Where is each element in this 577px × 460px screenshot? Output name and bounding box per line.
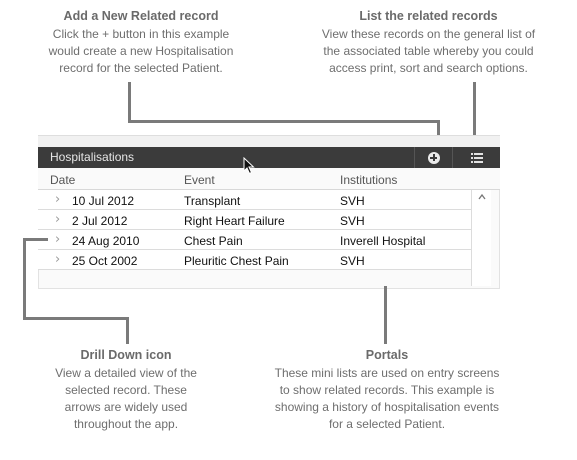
- portal-rows: › 10 Jul 2012 Transplant SVH › 2 Jul 201…: [38, 190, 471, 270]
- cell-date: 25 Oct 2002: [72, 254, 138, 268]
- chevron-up-icon[interactable]: [478, 193, 486, 201]
- column-headers: Date Event Institutions: [38, 168, 500, 190]
- callout-text: access print, sort and search options.: [329, 61, 528, 75]
- callout-text: the associated table whereby you could: [323, 44, 534, 58]
- table-row[interactable]: › 2 Jul 2012 Right Heart Failure SVH: [38, 210, 471, 230]
- connector-line: [128, 82, 131, 122]
- connector-line: [23, 317, 129, 320]
- callout-text: would create a new Hospitalisation: [48, 44, 234, 58]
- callout-text: selected record. These: [65, 383, 187, 397]
- callout-text: showing a history of hospitalisation eve…: [274, 400, 500, 414]
- chevron-right-icon[interactable]: ›: [55, 212, 60, 227]
- callout-text: throughout the app.: [73, 417, 179, 431]
- column-header-institutions: Institutions: [340, 173, 398, 187]
- connector-line: [23, 238, 48, 241]
- list-icon: [470, 152, 483, 163]
- callout-title: Drill Down icon: [80, 348, 172, 362]
- cell-date: 24 Aug 2010: [72, 234, 140, 248]
- list-related-records-button[interactable]: [452, 147, 500, 168]
- column-header-event: Event: [184, 173, 215, 187]
- column-header-date: Date: [50, 173, 76, 187]
- plus-circle-icon: [427, 151, 440, 164]
- cell-event: Transplant: [184, 194, 241, 208]
- add-related-record-button[interactable]: [414, 147, 452, 168]
- table-row[interactable]: › 10 Jul 2012 Transplant SVH: [38, 190, 471, 210]
- portal-top-band: [38, 135, 500, 147]
- portal-title: Hospitalisations: [50, 150, 135, 164]
- callout-title: Portals: [365, 348, 409, 362]
- callout-text: View a detailed view of the: [55, 366, 197, 380]
- cell-institution: Inverell Hospital: [340, 234, 426, 248]
- connector-line: [384, 286, 387, 344]
- table-row[interactable]: › 24 Aug 2010 Chest Pain Inverell Hospit…: [38, 230, 471, 250]
- callout-title: List the related records: [359, 9, 498, 23]
- callout-text: View these records on the general list o…: [321, 27, 536, 41]
- connector-line: [126, 317, 129, 344]
- callout-text: for a selected Patient.: [328, 417, 446, 431]
- chevron-right-icon[interactable]: ›: [55, 252, 60, 267]
- table-row[interactable]: › 25 Oct 2002 Pleuritic Chest Pain SVH: [38, 250, 471, 270]
- cell-institution: SVH: [340, 254, 365, 268]
- callout-text: to show related records. This example is: [279, 383, 495, 397]
- cell-event: Pleuritic Chest Pain: [184, 254, 289, 268]
- cell-date: 2 Jul 2012: [72, 214, 128, 228]
- callout-text: arrows are widely used: [64, 400, 188, 414]
- callout-text: record for the selected Patient.: [59, 61, 223, 75]
- callout-title: Add a New Related record: [63, 9, 219, 23]
- chevron-right-icon[interactable]: ›: [55, 232, 60, 247]
- callout-add-related-record: Add a New Related record Click the + but…: [28, 8, 254, 77]
- cell-institution: SVH: [340, 194, 365, 208]
- cell-event: Chest Pain: [184, 234, 243, 248]
- callout-text: These mini lists are used on entry scree…: [274, 366, 500, 380]
- mouse-cursor-icon: [243, 157, 255, 175]
- portal-header: Hospitalisations: [38, 147, 500, 168]
- connector-line: [23, 238, 26, 320]
- cell-institution: SVH: [340, 214, 365, 228]
- callout-list-related-records: List the related records View these reco…: [296, 8, 561, 77]
- portal-scrollbar[interactable]: [471, 190, 491, 286]
- chevron-right-icon[interactable]: ›: [55, 192, 60, 207]
- callout-drill-down-icon: Drill Down icon View a detailed view of …: [40, 347, 212, 433]
- callout-portals: Portals These mini lists are used on ent…: [258, 347, 516, 433]
- callout-text: Click the + button in this example: [52, 27, 230, 41]
- cell-date: 10 Jul 2012: [72, 194, 135, 208]
- cell-event: Right Heart Failure: [184, 214, 285, 228]
- connector-line: [128, 120, 440, 123]
